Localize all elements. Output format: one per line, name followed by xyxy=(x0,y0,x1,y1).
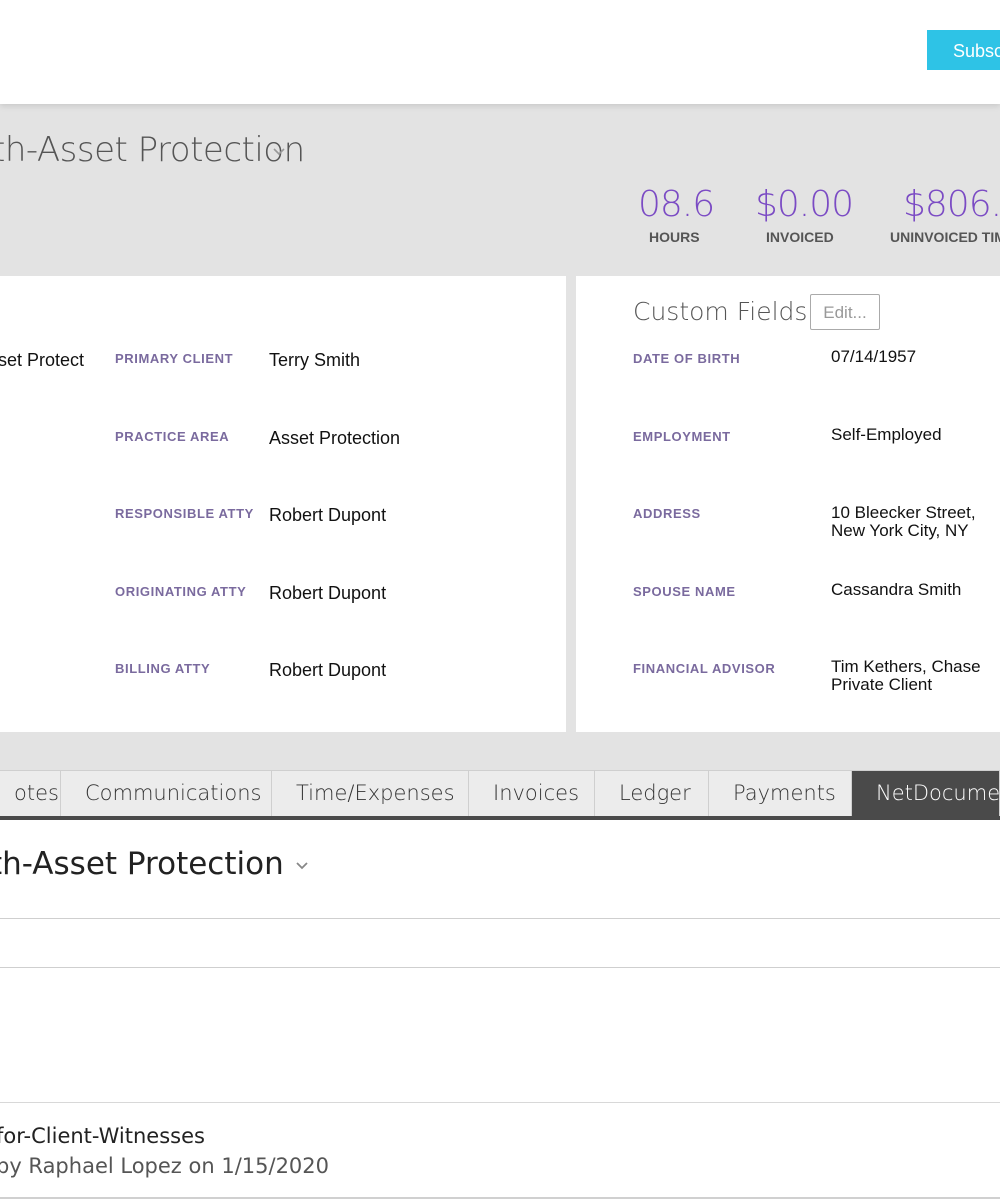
responsible-atty-label: RESPONSIBLE ATTY xyxy=(115,506,254,521)
practice-area-value: Asset Protection xyxy=(269,428,401,448)
tab-communications[interactable]: Communications xyxy=(61,771,272,816)
uninvoiced-time-label: UNINVOICED TIME xyxy=(890,229,1000,245)
matter-description-value: set Protect xyxy=(0,350,85,370)
invoiced-value: $0.00 xyxy=(755,184,854,225)
chevron-down-icon[interactable] xyxy=(268,140,290,162)
netdocuments-toolbar xyxy=(0,918,1000,968)
tab-invoices[interactable]: Invoices xyxy=(469,771,595,816)
employment-value: Self-Employed xyxy=(831,425,942,444)
date-of-birth-label: DATE OF BIRTH xyxy=(633,351,741,366)
subscribe-button[interactable]: Subscribe xyxy=(927,30,1000,70)
billing-atty-value: Robert Dupont xyxy=(269,660,387,680)
chevron-down-icon[interactable] xyxy=(292,855,312,875)
financial-advisor-label: FINANCIAL ADVISOR xyxy=(633,661,776,676)
billing-atty-label: BILLING ATTY xyxy=(115,661,211,676)
practice-area-label: PRACTICE AREA xyxy=(115,429,230,444)
address-value-line-1: 10 Bleecker Street, xyxy=(831,503,976,522)
hours-value: 08.6 xyxy=(638,184,715,225)
tab-time-expenses[interactable]: Time/Expenses xyxy=(272,771,469,816)
originating-atty-label: ORIGINATING ATTY xyxy=(115,584,247,599)
top-bar: Subscribe xyxy=(0,0,1000,104)
tab-netdocuments[interactable]: NetDocuments xyxy=(852,771,1000,816)
document-meta: by Raphael Lopez on 1/15/2020 xyxy=(0,1154,330,1178)
netdocuments-workspace-title[interactable]: th-Asset Protection xyxy=(0,846,284,882)
address-label: ADDRESS xyxy=(633,506,701,521)
tab-notes[interactable]: otes xyxy=(0,771,61,816)
tab-payments[interactable]: Payments xyxy=(709,771,852,816)
document-divider xyxy=(0,1197,1000,1199)
financial-advisor-value-line-1: Tim Kethers, Chase xyxy=(831,657,981,676)
spouse-name-value: Cassandra Smith xyxy=(831,580,962,599)
tab-ledger[interactable]: Ledger xyxy=(595,771,709,816)
primary-client-label: PRIMARY CLIENT xyxy=(115,351,234,366)
document-divider xyxy=(0,1102,1000,1103)
hours-label: HOURS xyxy=(649,229,700,245)
uninvoiced-time-value: $806.00 xyxy=(903,184,1000,225)
custom-fields-title: Custom Fields xyxy=(633,297,808,326)
financial-advisor-value-line-2: Private Client xyxy=(831,675,933,694)
responsible-atty-value: Robert Dupont xyxy=(269,505,387,525)
address-value-line-2: New York City, NY xyxy=(831,521,969,540)
matter-title[interactable]: th-Asset Protection xyxy=(0,130,305,170)
primary-client-value[interactable]: Terry Smith xyxy=(269,350,360,371)
invoiced-label: INVOICED xyxy=(766,229,834,245)
spouse-name-label: SPOUSE NAME xyxy=(633,584,736,599)
employment-label: EMPLOYMENT xyxy=(633,429,731,444)
document-name-link[interactable]: for-Client-Witnesses xyxy=(0,1124,205,1148)
edit-custom-fields-button[interactable]: Edit... xyxy=(810,294,880,330)
originating-atty-value: Robert Dupont xyxy=(269,583,387,603)
tab-bar-underline xyxy=(0,816,1000,820)
date-of-birth-value: 07/14/1957 xyxy=(831,347,917,366)
